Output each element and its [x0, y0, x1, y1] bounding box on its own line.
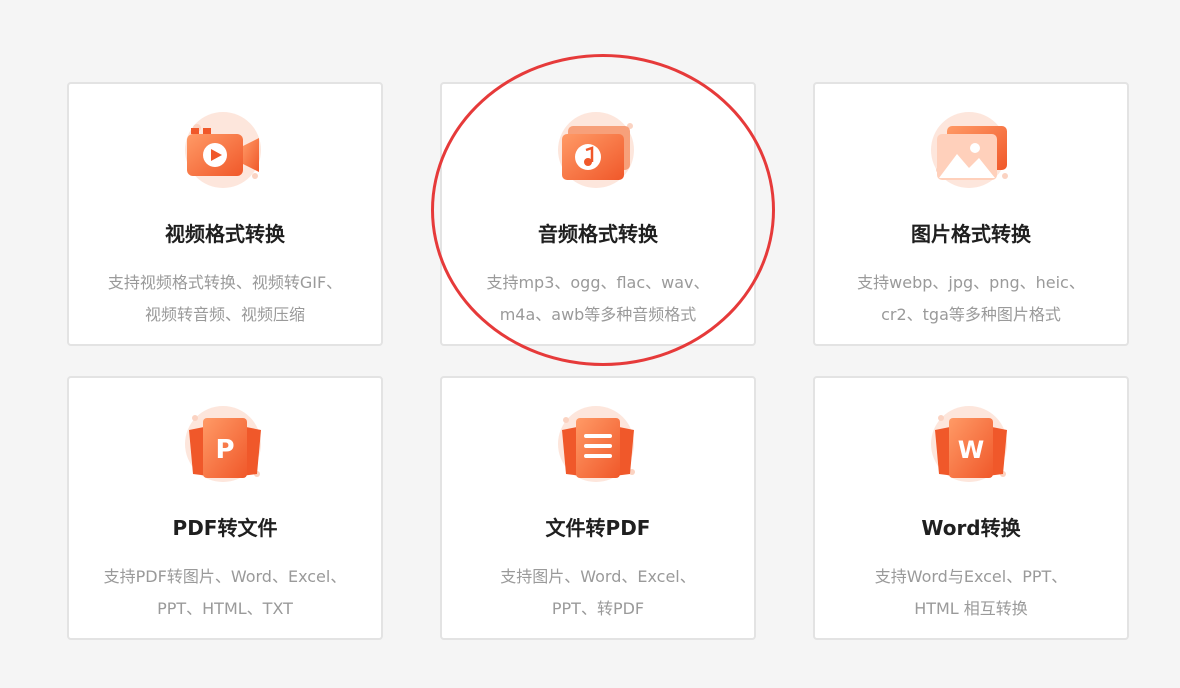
card-desc-line: 支持PDF转图片、Word、Excel、	[103, 567, 347, 586]
card-title: 音频格式转换	[538, 222, 658, 246]
video-camera-icon	[175, 110, 275, 194]
music-note-icon	[548, 110, 648, 194]
card-desc-line: cr2、tga等多种图片格式	[881, 305, 1061, 324]
text-document-icon	[548, 404, 648, 488]
image-icon	[921, 110, 1021, 194]
word-document-icon: W	[921, 404, 1021, 488]
card-desc-line: m4a、awb等多种音频格式	[499, 305, 697, 324]
card-title: 图片格式转换	[911, 222, 1031, 246]
card-title: PDF转文件	[172, 516, 278, 540]
audio-convert-card[interactable]: 音频格式转换 支持mp3、ogg、flac、wav、 m4a、awb等多种音频格…	[440, 82, 756, 346]
card-description: 支持Word与Excel、PPT、 HTML 相互转换	[815, 561, 1127, 625]
card-description: 支持webp、jpg、png、heic、 cr2、tga等多种图片格式	[815, 267, 1127, 331]
pdf-document-icon: P	[175, 404, 275, 488]
svg-text:P: P	[215, 435, 234, 465]
card-title: 视频格式转换	[165, 222, 285, 246]
pdf-to-file-card[interactable]: P PDF转文件 支持PDF转图片、Word、Excel、 PPT、HTML、T…	[67, 376, 383, 640]
svg-text:W: W	[958, 436, 984, 464]
video-convert-card[interactable]: 视频格式转换 支持视频格式转换、视频转GIF、 视频转音频、视频压缩	[67, 82, 383, 346]
card-desc-line: 支持视频格式转换、视频转GIF、	[107, 273, 343, 292]
image-convert-card[interactable]: 图片格式转换 支持webp、jpg、png、heic、 cr2、tga等多种图片…	[813, 82, 1129, 346]
card-desc-line: 支持webp、jpg、png、heic、	[857, 273, 1085, 292]
card-desc-line: 视频转音频、视频压缩	[144, 305, 305, 324]
word-convert-card[interactable]: W Word转换 支持Word与Excel、PPT、 HTML 相互转换	[813, 376, 1129, 640]
card-description: 支持mp3、ogg、flac、wav、 m4a、awb等多种音频格式	[442, 267, 754, 331]
card-desc-line: PPT、转PDF	[551, 599, 645, 618]
card-description: 支持PDF转图片、Word、Excel、 PPT、HTML、TXT	[69, 561, 381, 625]
card-title: Word转换	[921, 516, 1021, 540]
file-to-pdf-card[interactable]: 文件转PDF 支持图片、Word、Excel、 PPT、转PDF	[440, 376, 756, 640]
card-title: 文件转PDF	[545, 516, 651, 540]
card-desc-line: 支持mp3、ogg、flac、wav、	[486, 273, 710, 292]
card-description: 支持图片、Word、Excel、 PPT、转PDF	[442, 561, 754, 625]
card-desc-line: 支持Word与Excel、PPT、	[874, 567, 1068, 586]
card-desc-line: PPT、HTML、TXT	[157, 599, 293, 618]
card-desc-line: HTML 相互转换	[914, 599, 1028, 618]
card-desc-line: 支持图片、Word、Excel、	[500, 567, 696, 586]
card-description: 支持视频格式转换、视频转GIF、 视频转音频、视频压缩	[69, 267, 381, 331]
